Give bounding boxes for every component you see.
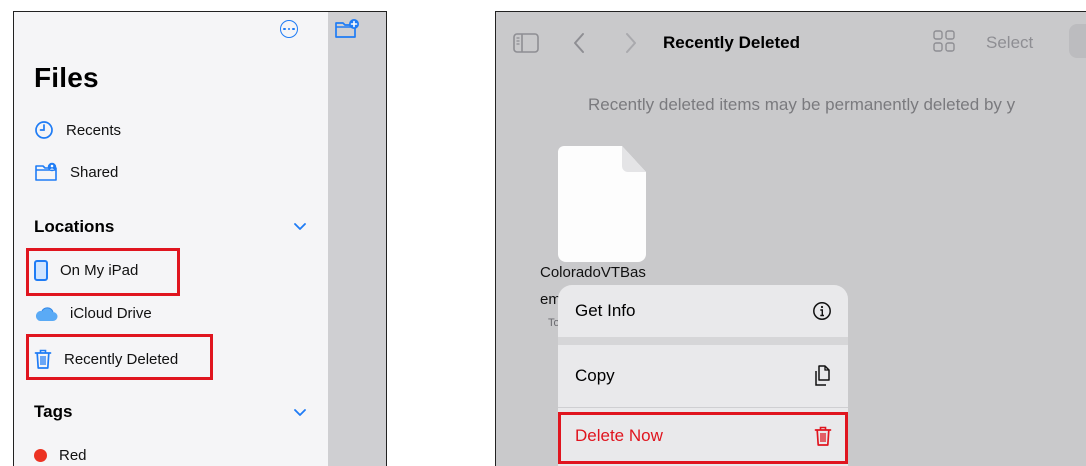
content-strip <box>328 12 386 466</box>
more-options-icon[interactable] <box>280 20 298 38</box>
chevron-down-icon[interactable] <box>294 409 306 417</box>
clock-icon <box>35 121 53 139</box>
sidebar: Files Recents Shared Locations On My iPa… <box>14 12 328 466</box>
sidebar-toggle-icon[interactable] <box>513 33 539 53</box>
menu-group-separator <box>558 337 848 345</box>
select-button[interactable]: Select <box>986 33 1033 53</box>
grid-view-icon[interactable] <box>933 30 955 52</box>
locations-header[interactable]: Locations <box>34 217 114 237</box>
new-folder-icon[interactable] <box>334 18 360 40</box>
copy-menu-item[interactable]: Copy <box>558 345 848 407</box>
menu-item-label: Get Info <box>575 301 636 320</box>
search-button-fragment[interactable] <box>1069 24 1086 58</box>
sidebar-item-shared[interactable]: Shared <box>34 162 118 182</box>
highlight-on-my-ipad <box>26 248 180 296</box>
sidebar-item-label: Recents <box>66 121 122 139</box>
chevron-down-icon[interactable] <box>294 223 306 231</box>
sidebar-item-recents[interactable]: Recents <box>34 120 121 140</box>
nav-title: Recently Deleted <box>663 33 800 52</box>
red-tag-dot-icon <box>34 449 47 462</box>
file-name: ColoradoVTBas <box>540 264 646 281</box>
files-sidebar-panel: Files Recents Shared Locations On My iPa… <box>13 11 387 466</box>
menu-item-label: Copy <box>575 366 615 385</box>
sidebar-item-tag-red[interactable]: Red <box>34 447 87 464</box>
get-info-menu-item[interactable]: Get Info <box>558 285 848 337</box>
highlight-recently-deleted <box>26 334 213 380</box>
sidebar-item-label: Red <box>59 447 87 464</box>
shared-folder-icon <box>35 162 57 181</box>
tags-header[interactable]: Tags <box>34 402 72 422</box>
document-icon[interactable] <box>558 146 646 262</box>
files-title: Files <box>34 62 99 93</box>
info-icon <box>813 302 831 320</box>
sidebar-item-icloud-drive[interactable]: iCloud Drive <box>34 305 152 322</box>
highlight-delete-now <box>558 412 848 464</box>
back-chevron-icon[interactable] <box>573 32 585 54</box>
deletion-notice: Recently deleted items may be permanentl… <box>588 95 1016 114</box>
copy-icon <box>815 365 830 386</box>
sidebar-item-label: Shared <box>70 163 119 181</box>
icloud-icon <box>35 306 58 321</box>
forward-chevron-icon[interactable] <box>625 32 637 54</box>
recently-deleted-panel: Recently Deleted Select Recently deleted… <box>495 11 1086 466</box>
sidebar-item-label: iCloud Drive <box>70 305 152 322</box>
